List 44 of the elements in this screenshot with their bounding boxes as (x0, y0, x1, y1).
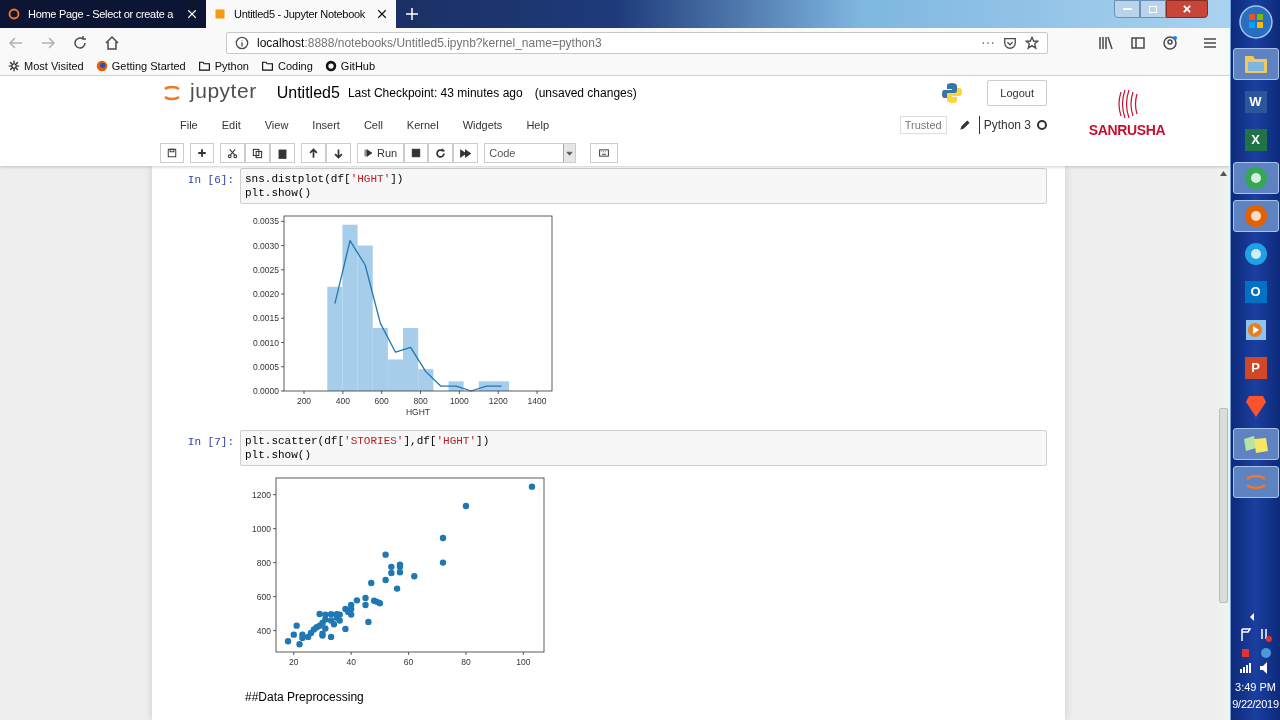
tick-label: 80 (461, 657, 471, 667)
markdown-text: ##Data Preprocessing (245, 689, 365, 706)
code-line: plt.show() (245, 448, 312, 462)
cell-prompt: In [7]: (186, 435, 235, 450)
logo-text: jupyter (190, 78, 257, 105)
tick-label: 100 (516, 657, 531, 667)
tick-label: 20 (289, 657, 299, 667)
tick-label: 0.0020 (253, 289, 279, 300)
tick-label: 1400 (527, 396, 547, 406)
tick-label: 60 (403, 657, 414, 667)
tick-label: 400 (256, 625, 271, 636)
app-tile: W (1244, 91, 1267, 113)
tick-label: 0.0005 (253, 361, 279, 372)
tick-label: 1000 (252, 523, 271, 534)
tick-label: 0.0000 (253, 386, 279, 396)
tick-label: 200 (296, 396, 312, 406)
app-tile: P (1244, 357, 1267, 379)
app-tile: X (1244, 129, 1267, 151)
checkpoint-text: Last Checkpoint: 43 minutes ago (347, 85, 523, 102)
tick-label: 400 (335, 396, 350, 406)
tab-title: Untitled5 - Jupyter Notebook (234, 6, 366, 22)
tick-label: 1200 (488, 396, 508, 406)
tick-label: 1200 (252, 489, 271, 500)
tick-label: 0.0030 (253, 240, 279, 251)
tick-label: 800 (413, 396, 428, 406)
tick-label: 600 (256, 591, 271, 602)
cell-prompt: In [6]: (186, 173, 235, 188)
url-text: localhost:8888/notebooks/Untitled5.ipynb?kernel_name=python3 (257, 34, 603, 52)
app-tile: O (1244, 281, 1267, 303)
tick-label: 0.0010 (253, 337, 279, 348)
code-line: plt.show() (245, 186, 312, 200)
tick-label: 0.0015 (253, 313, 279, 324)
unsaved-status: (unsaved changes) (534, 85, 637, 102)
tick-label: 600 (374, 396, 389, 406)
tab-title: Home Page - Select or create a (28, 6, 175, 22)
tick-label: 0.0025 (253, 264, 279, 275)
tick-label: 40 (346, 657, 356, 667)
code-line: plt.scatter(df['STORIES'],df['HGHT']) (245, 434, 491, 448)
tick-label: 1000 (449, 396, 469, 406)
code-line: sns.distplot(df['HGHT']) (245, 172, 405, 186)
axis-label: HGHT (405, 407, 431, 417)
brand-logo-text: SANRUSHA (1088, 121, 1166, 140)
tick-label: 0.0035 (253, 216, 279, 227)
tick-label: 800 (256, 557, 271, 568)
